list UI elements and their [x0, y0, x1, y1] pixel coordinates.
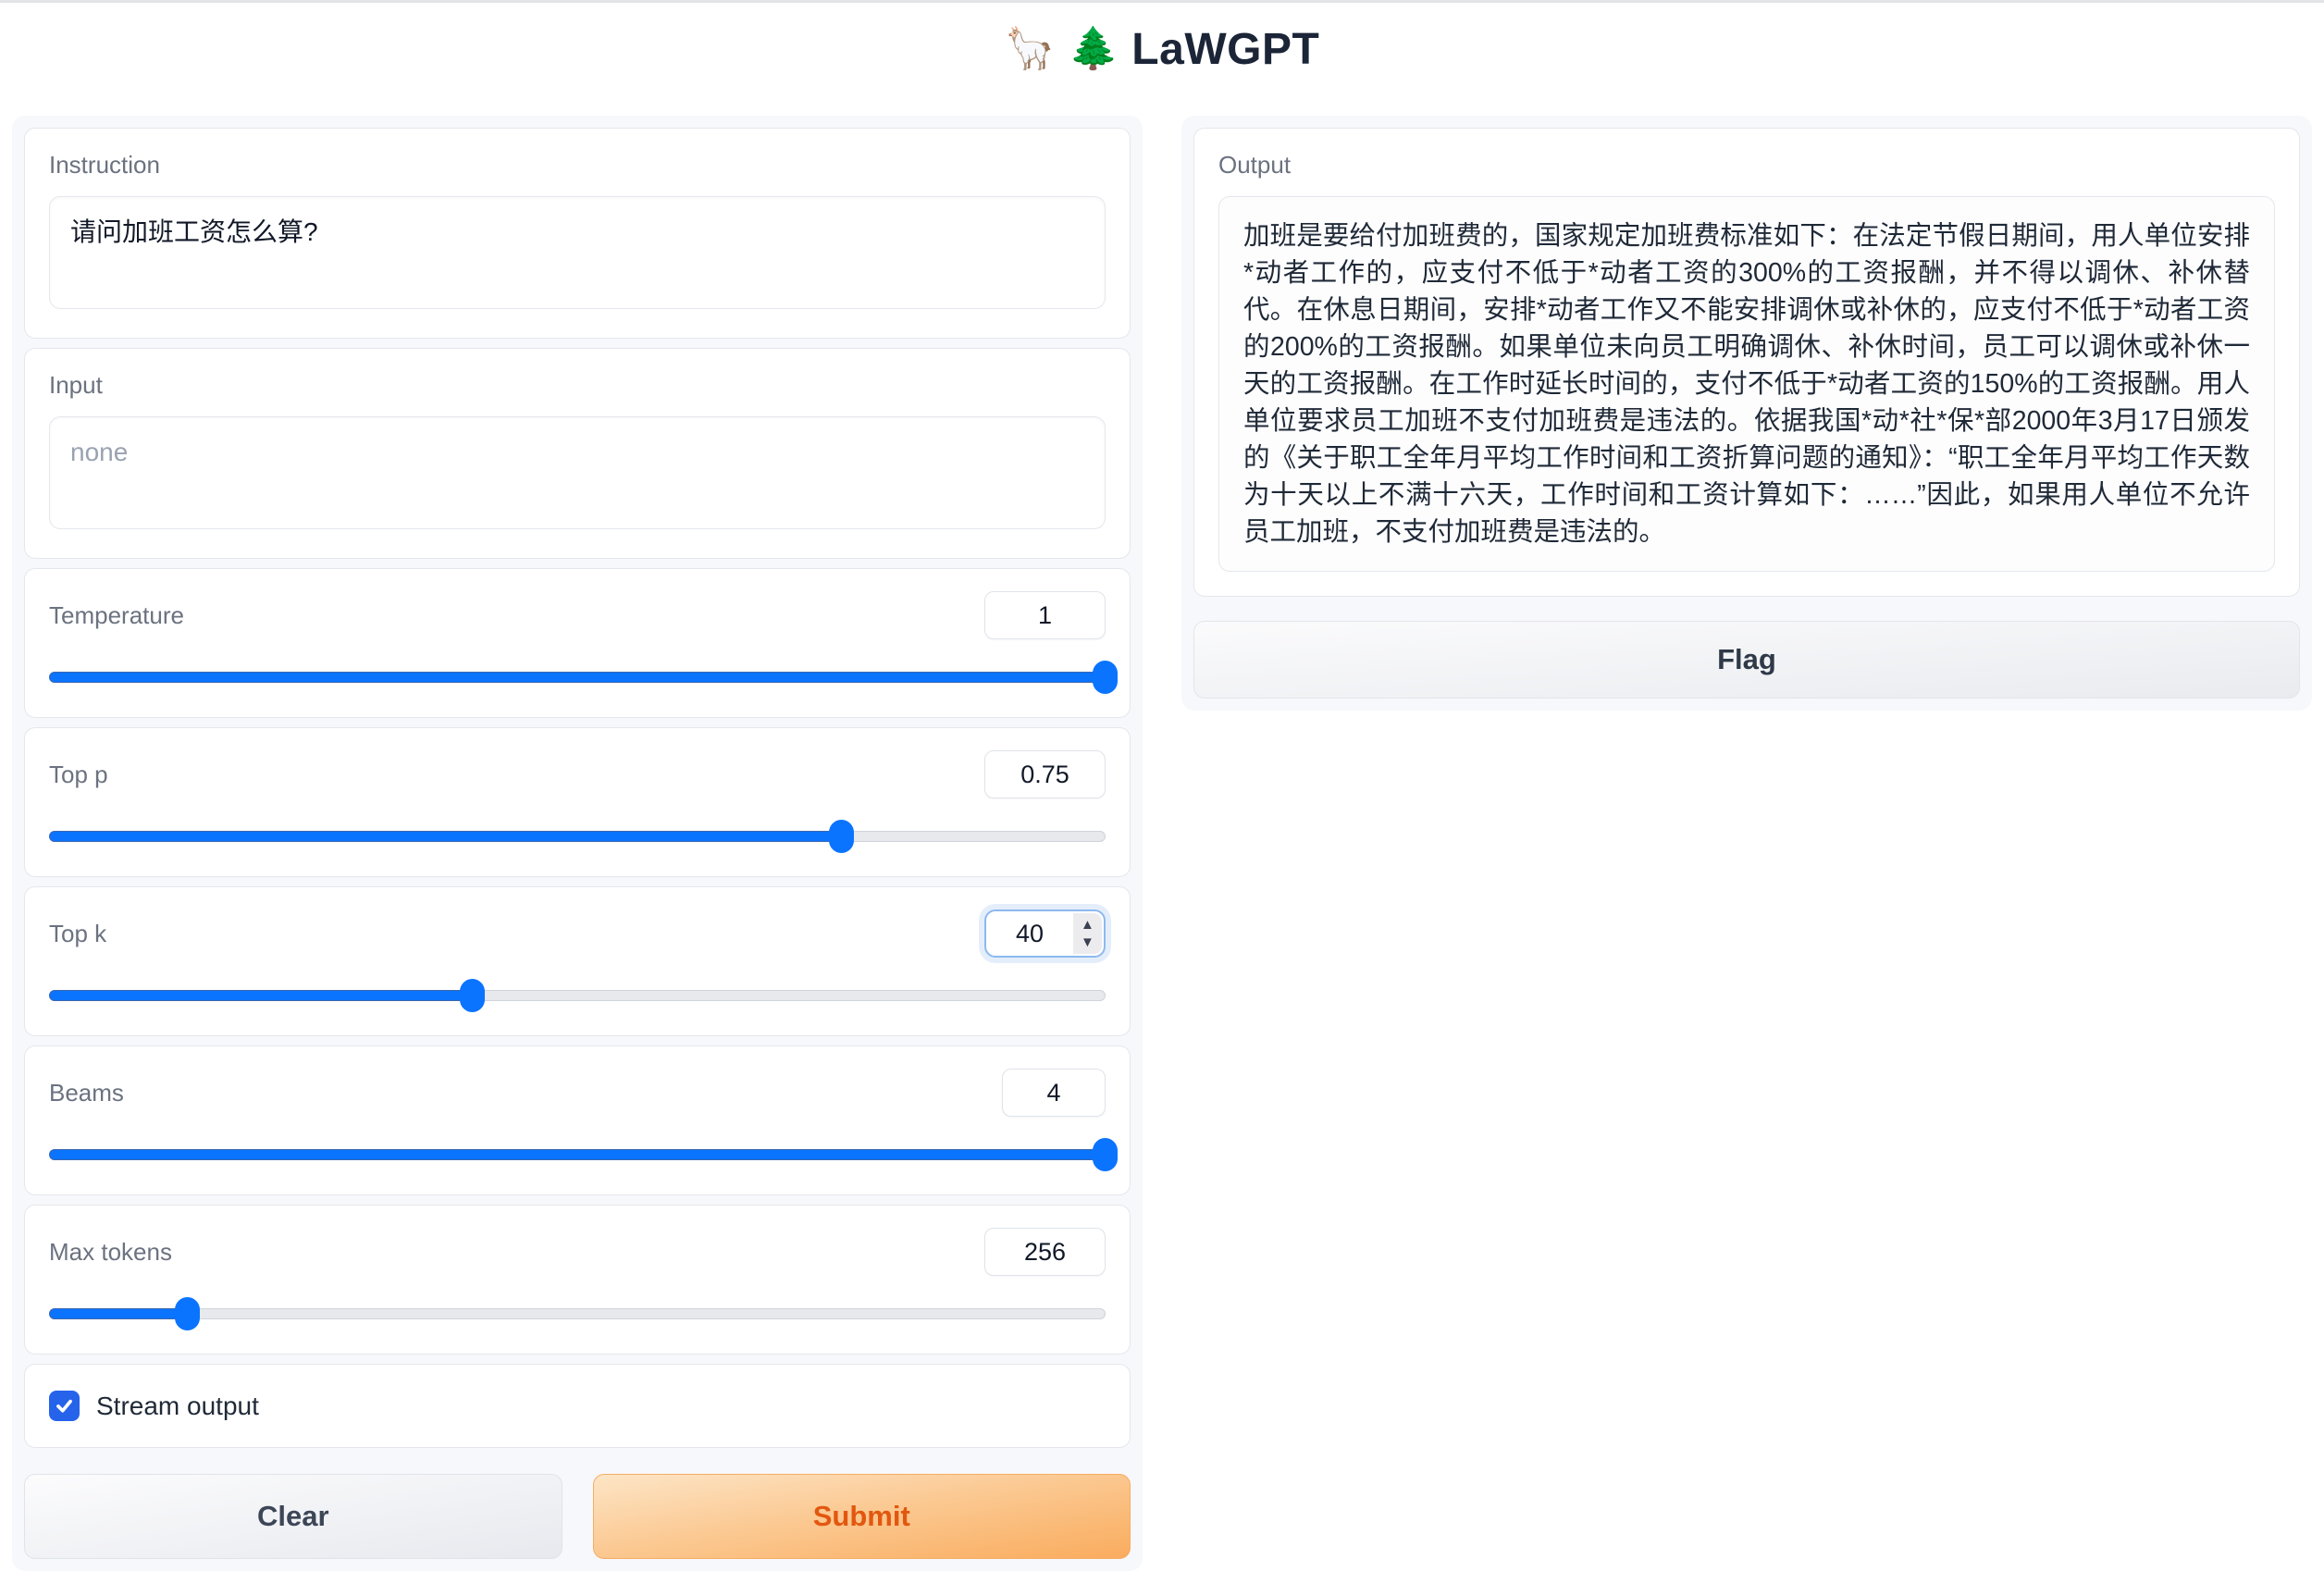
beams-label: Beams [49, 1079, 124, 1107]
main-layout: Instruction Input Temperature [0, 95, 2324, 1571]
slider-track[interactable] [49, 831, 1106, 842]
stream-output-group: Stream output [24, 1364, 1131, 1448]
top-k-label: Top k [49, 920, 106, 948]
instruction-textarea[interactable] [49, 196, 1106, 309]
tree-emoji-icon: 🌲 [1069, 29, 1119, 69]
beams-group: Beams [24, 1045, 1131, 1195]
app-header: 🦙 🌲 LaWGPT [0, 3, 2324, 95]
top-k-number-box: ▲ ▼ [984, 909, 1106, 958]
top-p-number-box [984, 750, 1106, 798]
input-group: Input [24, 348, 1131, 559]
action-button-row: Clear Submit [24, 1474, 1131, 1559]
slider-thumb[interactable] [1093, 661, 1118, 694]
top-k-group: Top k ▲ ▼ [24, 886, 1131, 1036]
max-tokens-slider[interactable] [49, 1298, 1106, 1330]
stream-output-label: Stream output [96, 1392, 259, 1421]
slider-thumb[interactable] [175, 1297, 200, 1330]
slider-thumb[interactable] [1093, 1138, 1118, 1171]
temperature-number-input[interactable] [985, 592, 1105, 638]
spinner-down-icon[interactable]: ▼ [1081, 935, 1094, 949]
slider-fill [49, 990, 473, 1001]
stream-output-checkbox[interactable] [49, 1391, 80, 1421]
slider-fill [49, 672, 1106, 683]
beams-number-input[interactable] [1003, 1070, 1105, 1116]
temperature-group: Temperature [24, 568, 1131, 718]
slider-fill [49, 831, 842, 842]
slider-fill [49, 1308, 188, 1319]
beams-slider[interactable] [49, 1139, 1106, 1170]
instruction-label: Instruction [49, 151, 1106, 179]
top-k-slider[interactable] [49, 980, 1106, 1011]
output-column: Output 加班是要给付加班费的，国家规定加班费标准如下：在法定节假日期间，用… [1181, 116, 2312, 711]
top-k-number-input[interactable] [986, 911, 1073, 956]
slider-track[interactable] [49, 672, 1106, 683]
slider-track[interactable] [49, 990, 1106, 1001]
beams-number-box [1002, 1069, 1106, 1117]
slider-track[interactable] [49, 1308, 1106, 1319]
llama-emoji-icon: 🦙 [1005, 29, 1056, 69]
stream-output-row[interactable]: Stream output [49, 1391, 1106, 1421]
slider-thumb[interactable] [460, 979, 485, 1012]
spinner-up-icon[interactable]: ▲ [1081, 918, 1094, 932]
top-p-slider[interactable] [49, 821, 1106, 852]
temperature-number-box [984, 591, 1106, 639]
max-tokens-label: Max tokens [49, 1238, 172, 1267]
max-tokens-number-input[interactable] [985, 1229, 1105, 1275]
slider-fill [49, 1149, 1106, 1160]
input-textarea[interactable] [49, 416, 1106, 529]
submit-button[interactable]: Submit [593, 1474, 1131, 1559]
max-tokens-group: Max tokens [24, 1205, 1131, 1355]
flag-button[interactable]: Flag [1193, 621, 2300, 699]
top-p-label: Top p [49, 761, 108, 789]
output-group: Output 加班是要给付加班费的，国家规定加班费标准如下：在法定节假日期间，用… [1193, 128, 2300, 597]
spinner-buttons: ▲ ▼ [1073, 913, 1102, 954]
page-title: LaWGPT [1131, 24, 1319, 75]
max-tokens-number-box [984, 1228, 1106, 1276]
temperature-label: Temperature [49, 601, 184, 630]
temperature-slider[interactable] [49, 662, 1106, 693]
input-label: Input [49, 371, 1106, 400]
input-column: Instruction Input Temperature [12, 116, 1143, 1571]
output-label: Output [1218, 151, 2275, 179]
output-text: 加班是要给付加班费的，国家规定加班费标准如下：在法定节假日期间，用人单位安排*动… [1243, 217, 2250, 550]
output-textbox[interactable]: 加班是要给付加班费的，国家规定加班费标准如下：在法定节假日期间，用人单位安排*动… [1218, 196, 2275, 572]
top-p-number-input[interactable] [985, 751, 1105, 798]
slider-thumb[interactable] [829, 820, 854, 853]
clear-button[interactable]: Clear [24, 1474, 562, 1559]
check-icon [55, 1396, 74, 1416]
slider-track[interactable] [49, 1149, 1106, 1160]
instruction-group: Instruction [24, 128, 1131, 339]
top-p-group: Top p [24, 727, 1131, 877]
